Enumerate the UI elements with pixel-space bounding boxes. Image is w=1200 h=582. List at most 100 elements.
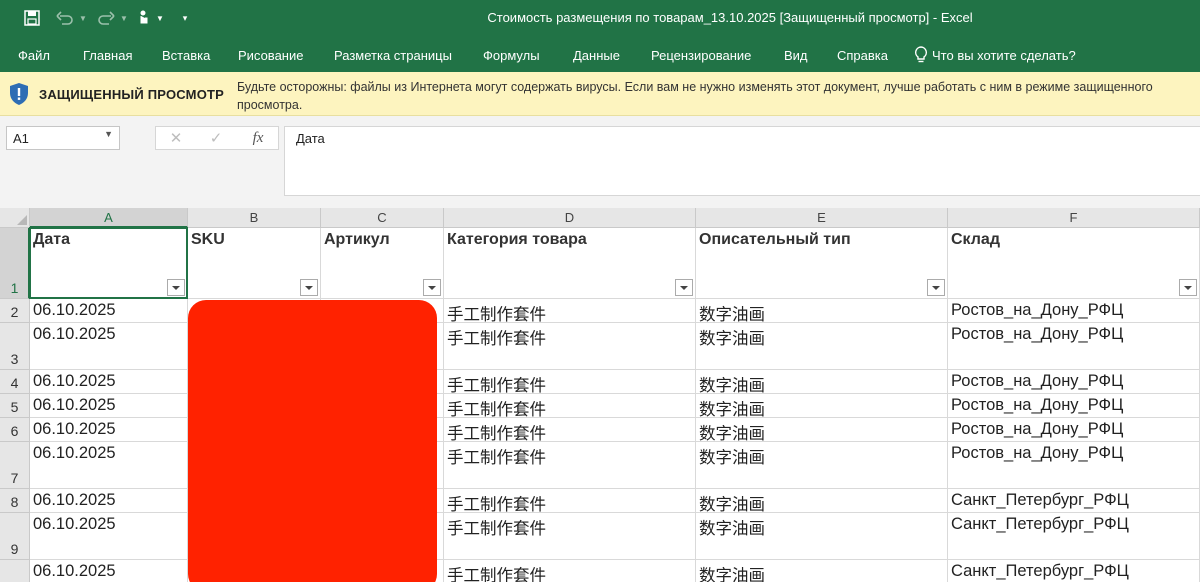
formula-input[interactable]: Дата — [284, 126, 1200, 196]
header-cell-warehouse[interactable]: Склад — [948, 228, 1200, 299]
cell-category[interactable]: 手工制作套件 — [444, 323, 696, 370]
cell-type[interactable]: 数字油画 — [696, 323, 948, 370]
tab-view[interactable]: Вид — [784, 48, 808, 63]
cell-type[interactable]: 数字油画 — [696, 560, 948, 582]
cell-warehouse[interactable]: Санкт_Петербург_РФЦ — [948, 513, 1200, 560]
tell-me-search[interactable]: Что вы хотите сделать? — [914, 46, 1076, 64]
cell-type[interactable]: 数字油画 — [696, 394, 948, 418]
tab-page-layout[interactable]: Разметка страницы — [334, 48, 452, 63]
tab-home[interactable]: Главная — [83, 48, 132, 63]
cell-type[interactable]: 数字油画 — [696, 370, 948, 394]
column-header-b[interactable]: B — [188, 208, 321, 228]
cell-category[interactable]: 手工制作套件 — [444, 560, 696, 582]
row-header[interactable]: 5 — [0, 394, 30, 418]
formula-area: A1 ▼ ✕ ✓ fx Дата — [0, 116, 1200, 208]
filter-dropdown-button[interactable] — [675, 279, 693, 296]
cell-warehouse[interactable]: Ростов_на_Дону_РФЦ — [948, 370, 1200, 394]
tab-insert[interactable]: Вставка — [162, 48, 210, 63]
cell-warehouse[interactable]: Санкт_Петербург_РФЦ — [948, 560, 1200, 582]
header-cell-sku[interactable]: SKU — [188, 228, 321, 299]
cell-category[interactable]: 手工制作套件 — [444, 489, 696, 513]
shield-icon — [10, 83, 28, 105]
select-all-corner[interactable] — [0, 208, 30, 228]
cell-warehouse[interactable]: Ростов_на_Дону_РФЦ — [948, 442, 1200, 489]
cell-date[interactable]: 06.10.2025 — [30, 418, 188, 442]
header-cell-category[interactable]: Категория товара — [444, 228, 696, 299]
filter-dropdown-button[interactable] — [423, 279, 441, 296]
cell-date[interactable]: 06.10.2025 — [30, 370, 188, 394]
row-header[interactable]: 8 — [0, 489, 30, 513]
column-header-e[interactable]: E — [696, 208, 948, 228]
formula-buttons: ✕ ✓ fx — [155, 126, 279, 150]
tab-file[interactable]: Файл — [18, 48, 50, 63]
cancel-icon[interactable]: ✕ — [164, 127, 188, 149]
cell-warehouse[interactable]: Ростов_на_Дону_РФЦ — [948, 418, 1200, 442]
cell-date[interactable]: 06.10.2025 — [30, 323, 188, 370]
cell-type[interactable]: 数字油画 — [696, 418, 948, 442]
protected-view-bar: ЗАЩИЩЕННЫЙ ПРОСМОТР Будьте осторожны: фа… — [0, 72, 1200, 116]
cell-category[interactable]: 手工制作套件 — [444, 394, 696, 418]
header-cell-type[interactable]: Описательный тип — [696, 228, 948, 299]
cell-type[interactable]: 数字油画 — [696, 489, 948, 513]
cell-date[interactable]: 06.10.2025 — [30, 442, 188, 489]
name-box-dropdown-icon[interactable]: ▼ — [104, 129, 113, 139]
row-number: 3 — [10, 351, 19, 367]
filter-dropdown-button[interactable] — [300, 279, 318, 296]
cell-date[interactable]: 06.10.2025 — [30, 513, 188, 560]
column-header-a[interactable]: A — [30, 208, 188, 228]
cell-date[interactable]: 06.10.2025 — [30, 394, 188, 418]
cell-category[interactable]: 手工制作套件 — [444, 442, 696, 489]
cell-type[interactable]: 数字油画 — [696, 299, 948, 323]
row-number: 4 — [10, 375, 19, 391]
insert-function-icon[interactable]: fx — [244, 127, 272, 149]
protected-view-message: Будьте осторожны: файлы из Интернета мог… — [237, 80, 1153, 112]
cell-category[interactable]: 手工制作套件 — [444, 370, 696, 394]
cell-type[interactable]: 数字油画 — [696, 513, 948, 560]
header-cell-article[interactable]: Артикул — [321, 228, 444, 299]
row-number: 2 — [10, 304, 19, 320]
row-header-1[interactable]: 1 — [0, 228, 30, 299]
tab-data[interactable]: Данные — [573, 48, 620, 63]
filter-arrow-icon — [305, 285, 313, 290]
row-number: 9 — [10, 541, 19, 557]
filter-dropdown-button[interactable] — [927, 279, 945, 296]
enter-icon[interactable]: ✓ — [204, 127, 228, 149]
window-title: Стоимость размещения по товарам_13.10.20… — [487, 10, 973, 25]
row-number: 5 — [10, 399, 19, 415]
row-header[interactable]: 9 — [0, 513, 30, 560]
ribbon-tabs: Файл Главная Вставка Рисование Разметка … — [0, 36, 1200, 72]
select-all-icon — [17, 215, 27, 225]
cell-warehouse[interactable]: Санкт_Петербург_РФЦ — [948, 489, 1200, 513]
name-box[interactable]: A1 ▼ — [6, 126, 120, 150]
row-header[interactable]: 3 — [0, 323, 30, 370]
cell-category[interactable]: 手工制作套件 — [444, 299, 696, 323]
column-header-d[interactable]: D — [444, 208, 696, 228]
cell-category[interactable]: 手工制作套件 — [444, 418, 696, 442]
cell-warehouse[interactable]: Ростов_на_Дону_РФЦ — [948, 394, 1200, 418]
tab-formulas[interactable]: Формулы — [483, 48, 540, 63]
row-header[interactable]: 2 — [0, 299, 30, 323]
row-header[interactable]: 4 — [0, 370, 30, 394]
tab-review[interactable]: Рецензирование — [651, 48, 751, 63]
filter-arrow-icon — [1184, 285, 1192, 290]
filter-dropdown-button[interactable] — [167, 279, 185, 296]
cell-warehouse[interactable]: Ростов_на_Дону_РФЦ — [948, 299, 1200, 323]
tab-draw[interactable]: Рисование — [238, 48, 303, 63]
column-header-c[interactable]: C — [321, 208, 444, 228]
filter-dropdown-button[interactable] — [1179, 279, 1197, 296]
cell-type[interactable]: 数字油画 — [696, 442, 948, 489]
cell-warehouse[interactable]: Ростов_на_Дону_РФЦ — [948, 323, 1200, 370]
header-label: Артикул — [324, 231, 390, 248]
spreadsheet-grid[interactable]: A B C D E F 1 Дата SKU Артикул Категория товара Опи… — [0, 208, 1200, 582]
cell-category[interactable]: 手工制作套件 — [444, 513, 696, 560]
row-header[interactable]: 6 — [0, 418, 30, 442]
header-cell-date[interactable]: Дата — [30, 228, 188, 299]
row-header[interactable]: 7 — [0, 442, 30, 489]
header-label: SKU — [191, 231, 225, 248]
cell-date[interactable]: 06.10.2025 — [30, 299, 188, 323]
column-header-f[interactable]: F — [948, 208, 1200, 228]
tab-help[interactable]: Справка — [837, 48, 888, 63]
row-header[interactable] — [0, 560, 30, 582]
cell-date[interactable]: 06.10.2025 — [30, 560, 188, 582]
cell-date[interactable]: 06.10.2025 — [30, 489, 188, 513]
